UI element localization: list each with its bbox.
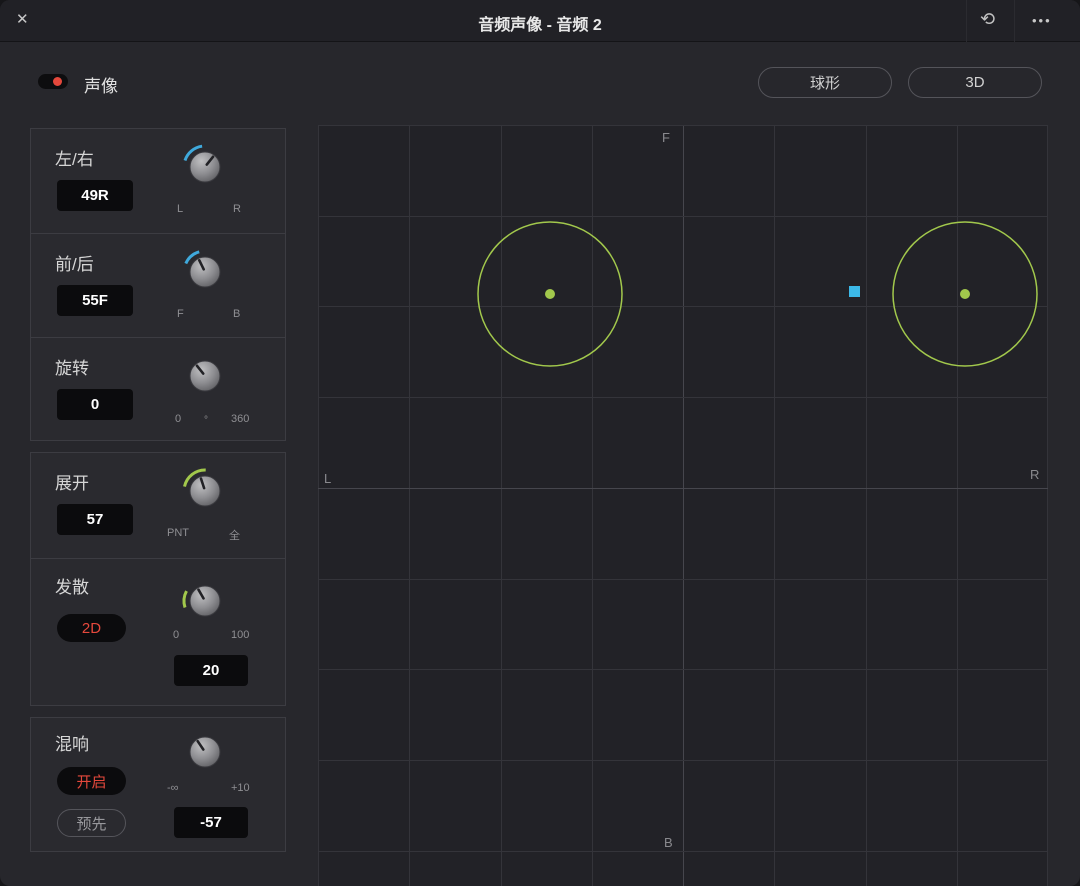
3d-button[interactable]: 3D — [908, 67, 1042, 98]
reverb-min-label: -∞ — [167, 782, 179, 794]
spread-value[interactable]: 57 — [57, 504, 133, 535]
rotation-unit-label: ° — [204, 415, 208, 426]
front-back-min-label: F — [177, 308, 184, 320]
history-icon[interactable]: ⟲ — [980, 9, 995, 31]
spread-control: 展开 57 PNT 全 — [31, 453, 285, 558]
reverb-knob[interactable] — [173, 722, 237, 782]
spread-knob[interactable] — [173, 461, 237, 521]
options-menu-icon[interactable]: ••• — [1032, 13, 1052, 28]
reverb-control: 混响 开启 预先 -∞ +10 -57 — [31, 718, 285, 851]
front-back-value[interactable]: 55F — [57, 285, 133, 316]
left-right-max-label: R — [233, 203, 241, 215]
reverb-max-label: +10 — [231, 782, 250, 794]
pan-puck-marker[interactable] — [849, 286, 860, 297]
grid-back-label: B — [664, 835, 673, 850]
divergence-knob[interactable] — [173, 571, 237, 631]
spherical-button[interactable]: 球形 — [758, 67, 892, 98]
reverb-value[interactable]: -57 — [174, 807, 248, 838]
left-right-label: 左/右 — [55, 150, 94, 169]
titlebar-separator — [966, 0, 967, 42]
rotation-min-label: 0 — [175, 413, 182, 425]
front-back-control: 前/后 55F F B — [31, 233, 285, 337]
rotation-max-label: 360 — [231, 413, 250, 425]
spread-max-label: 全 — [229, 530, 240, 542]
divergence-max-label: 100 — [231, 629, 250, 641]
reverb-on-button[interactable]: 开启 — [57, 767, 126, 795]
rotation-value[interactable]: 0 — [57, 389, 133, 420]
reverb-pre-button[interactable]: 预先 — [57, 809, 126, 837]
left-right-value[interactable]: 49R — [57, 180, 133, 211]
grid-right-label: R — [1030, 467, 1040, 482]
pan-enable-toggle[interactable] — [38, 74, 68, 89]
spread-controls-group: 展开 57 PNT 全 发散 2D 0 100 20 — [30, 452, 286, 706]
left-right-control: 左/右 49R L R — [31, 129, 285, 233]
pan-source-dot-left[interactable] — [545, 289, 555, 299]
titlebar-separator — [1014, 0, 1015, 42]
rotation-control: 旋转 0 0 ° 360 — [31, 337, 285, 440]
left-right-knob[interactable] — [173, 137, 237, 197]
divergence-control: 发散 2D 0 100 20 — [31, 558, 285, 706]
divergence-value[interactable]: 20 — [174, 655, 248, 686]
pan-source-dot-right[interactable] — [960, 289, 970, 299]
window-title: 音频声像 - 音频 2 — [478, 17, 602, 34]
front-back-knob[interactable] — [173, 242, 237, 302]
toggle-on-dot — [53, 77, 62, 86]
pan-grid-canvas[interactable] — [318, 125, 1048, 886]
grid-lines — [318, 125, 1048, 886]
reverb-label: 混响 — [55, 735, 89, 754]
spread-label: 展开 — [55, 474, 89, 493]
left-right-min-label: L — [177, 203, 184, 215]
divergence-label: 发散 — [55, 578, 89, 597]
grid-left-label: L — [324, 471, 332, 486]
pan-position-grid[interactable]: F L R B — [318, 125, 1048, 886]
pan-section-label: 声像 — [84, 77, 118, 96]
rotation-label: 旋转 — [55, 359, 89, 378]
titlebar: ✕ 音频声像 - 音频 2 ⟲ ••• — [0, 0, 1080, 42]
audio-pan-window: ✕ 音频声像 - 音频 2 ⟲ ••• 声像 球形 3D 左/右 49R L R… — [0, 0, 1080, 886]
reverb-controls-group: 混响 开启 预先 -∞ +10 -57 — [30, 717, 286, 852]
divergence-mode-button[interactable]: 2D — [57, 614, 126, 642]
front-back-max-label: B — [233, 308, 241, 320]
spread-min-label: PNT — [167, 527, 189, 539]
rotation-knob[interactable] — [173, 346, 237, 406]
position-controls-group: 左/右 49R L R 前/后 55F F B 旋转 0 0 ° 360 — [30, 128, 286, 441]
grid-front-label: F — [662, 130, 670, 145]
front-back-label: 前/后 — [55, 255, 94, 274]
divergence-min-label: 0 — [173, 629, 180, 641]
